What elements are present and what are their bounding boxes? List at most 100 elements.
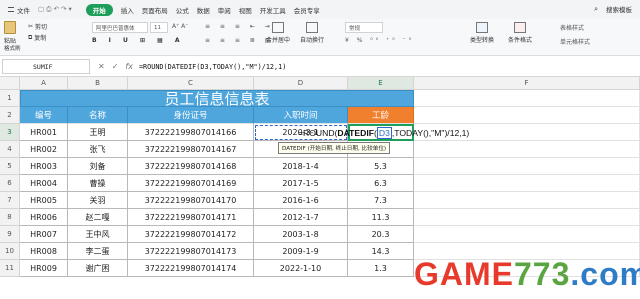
column-header-e[interactable]: E xyxy=(348,77,414,90)
header-cell[interactable]: 工龄 xyxy=(348,107,414,124)
empty-cell[interactable] xyxy=(414,209,640,226)
data-cell[interactable]: 李二蛋 xyxy=(68,243,128,260)
data-cell[interactable]: 2003-1-8 xyxy=(254,226,348,243)
data-cell[interactable]: 20.3 xyxy=(348,226,414,243)
empty-cell[interactable] xyxy=(414,226,640,243)
cond-format-button[interactable]: 条件格式 xyxy=(508,22,532,44)
wrap-text-button[interactable]: 自动换行 xyxy=(300,22,324,44)
menu-file[interactable]: 文件 xyxy=(8,5,30,15)
data-cell[interactable]: 7.3 xyxy=(348,192,414,209)
row-header-3[interactable]: 3 xyxy=(0,124,20,141)
row-header-2[interactable]: 2 xyxy=(0,107,20,124)
data-cell[interactable]: 张飞 xyxy=(68,141,128,158)
data-cell[interactable]: HR006 xyxy=(20,209,68,226)
row-header-11[interactable]: 11 xyxy=(0,260,20,277)
row-header-8[interactable]: 8 xyxy=(0,209,20,226)
font-grow-shrink[interactable]: A⁺ A⁻ xyxy=(172,23,188,30)
font-name-select[interactable]: 阿里巴巴普惠体 xyxy=(92,22,148,33)
data-cell[interactable]: 372222199807014168 xyxy=(128,158,254,175)
cell-style-button[interactable]: 单元格样式 xyxy=(560,37,590,46)
align-bottom-buttons[interactable]: ≡ ≡ ≡ ≣ ▤ xyxy=(205,37,274,44)
data-cell[interactable]: 372222199807014173 xyxy=(128,243,254,260)
data-cell[interactable]: 2017-1-5 xyxy=(254,175,348,192)
column-header-a[interactable]: A xyxy=(20,77,68,90)
data-cell[interactable]: 11.3 xyxy=(348,209,414,226)
menu-home[interactable]: 开始 xyxy=(85,3,113,16)
table-style-button[interactable]: 表格样式 xyxy=(560,23,584,32)
row-header-7[interactable]: 7 xyxy=(0,192,20,209)
toolbar-quick-icons[interactable]: ▢ ⎙ ↶ ↷ ▾ xyxy=(38,5,72,14)
sheet-title[interactable]: 员工信息信息表 xyxy=(20,90,414,108)
menu-formulas[interactable]: 公式 xyxy=(176,5,189,15)
empty-cell[interactable] xyxy=(414,175,640,192)
data-cell[interactable]: HR002 xyxy=(20,141,68,158)
merge-center-button[interactable]: 合并居中 xyxy=(266,22,290,44)
row-header-9[interactable]: 9 xyxy=(0,226,20,243)
data-cell[interactable]: 372222199807014174 xyxy=(128,260,254,277)
cut-button[interactable]: ✂ 剪切 xyxy=(28,22,47,31)
row-header-10[interactable]: 10 xyxy=(0,243,20,260)
empty-cell[interactable] xyxy=(414,192,640,209)
paste-button[interactable]: 粘贴 xyxy=(4,21,16,45)
font-size-select[interactable]: 11 xyxy=(150,22,168,33)
data-cell[interactable]: 372222199807014167 xyxy=(128,141,254,158)
data-cell[interactable]: 赵二嘎 xyxy=(68,209,128,226)
data-cell[interactable]: 2022-1-10 xyxy=(254,260,348,277)
row-header-1[interactable]: 1 xyxy=(0,90,20,107)
menu-view[interactable]: 视图 xyxy=(239,5,252,15)
header-cell[interactable]: 身份证号 xyxy=(128,107,254,124)
data-cell[interactable]: 5.3 xyxy=(348,158,414,175)
empty-cell[interactable] xyxy=(414,158,640,175)
confirm-icon[interactable]: ✓ xyxy=(112,62,119,71)
type-convert-button[interactable]: 类型转换 xyxy=(470,22,494,44)
data-cell[interactable]: 曹操 xyxy=(68,175,128,192)
data-cell[interactable]: HR008 xyxy=(20,243,68,260)
menu-member[interactable]: 会员专享 xyxy=(294,5,320,15)
name-box[interactable]: SUMIF xyxy=(2,59,90,74)
header-cell[interactable]: 入职时间 xyxy=(254,107,348,124)
menu-review[interactable]: 审阅 xyxy=(218,5,231,15)
data-cell[interactable]: 2018-1-4 xyxy=(254,158,348,175)
data-cell[interactable]: HR005 xyxy=(20,192,68,209)
data-cell[interactable]: 关羽 xyxy=(68,192,128,209)
data-cell[interactable]: 2016-1-6 xyxy=(254,192,348,209)
data-cell[interactable]: HR009 xyxy=(20,260,68,277)
copy-button[interactable]: ⧉ 复制 xyxy=(28,33,46,43)
font-style-buttons[interactable]: B I U ⊞ ▦ A xyxy=(92,37,184,44)
format-painter-button[interactable]: 格式刷 xyxy=(4,44,21,52)
align-top-buttons[interactable]: ≡ ≡ ≡ ⇤ ⇥ xyxy=(205,23,274,30)
row-header-5[interactable]: 5 xyxy=(0,158,20,175)
menu-developer[interactable]: 开发工具 xyxy=(260,5,286,15)
data-cell[interactable]: 372222199807014166 xyxy=(128,124,254,141)
in-cell-formula-editor[interactable]: =ROUND(DATEDIF(D3 ,TODAY(),"M")/12,1) xyxy=(298,127,469,139)
search-templates[interactable]: 搜索模板 xyxy=(606,4,632,14)
data-cell[interactable]: 2012-1-7 xyxy=(254,209,348,226)
data-cell[interactable]: 王中风 xyxy=(68,226,128,243)
data-cell[interactable]: HR004 xyxy=(20,175,68,192)
column-header-f[interactable]: F xyxy=(414,77,640,90)
header-cell[interactable]: 名称 xyxy=(68,107,128,124)
column-header-b[interactable]: B xyxy=(68,77,128,90)
empty-cell[interactable] xyxy=(414,107,640,124)
search-icon[interactable]: ⌕ xyxy=(594,5,598,14)
data-cell[interactable]: 1.3 xyxy=(348,260,414,277)
row-header-6[interactable]: 6 xyxy=(0,175,20,192)
function-icon[interactable]: fx xyxy=(125,62,133,71)
cancel-icon[interactable]: ✕ xyxy=(98,62,105,71)
menu-insert[interactable]: 插入 xyxy=(121,5,134,15)
data-cell[interactable]: 6.3 xyxy=(348,175,414,192)
data-cell[interactable]: 2009-1-9 xyxy=(254,243,348,260)
formula-input[interactable]: =ROUND(DATEDIF(D3,TODAY(),"M")/12,1) xyxy=(139,63,286,71)
data-cell[interactable]: HR001 xyxy=(20,124,68,141)
number-format-select[interactable]: 常规 xyxy=(345,22,383,33)
menu-data[interactable]: 数据 xyxy=(197,5,210,15)
empty-cell[interactable] xyxy=(414,141,640,158)
data-cell[interactable]: 谢广困 xyxy=(68,260,128,277)
data-cell[interactable]: HR003 xyxy=(20,158,68,175)
data-cell[interactable]: 14.3 xyxy=(348,243,414,260)
data-cell[interactable]: HR007 xyxy=(20,226,68,243)
menu-page-layout[interactable]: 页面布局 xyxy=(142,5,168,15)
empty-cell[interactable] xyxy=(414,90,640,107)
data-cell[interactable]: 372222199807014169 xyxy=(128,175,254,192)
data-cell[interactable]: 372222199807014172 xyxy=(128,226,254,243)
